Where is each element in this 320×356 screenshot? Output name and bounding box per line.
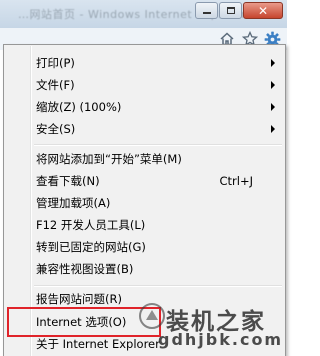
menu-item-manage-addons[interactable]: 管理加载项(A)	[6, 192, 283, 214]
menu-item-label: F12 开发人员工具(L)	[36, 218, 146, 232]
window-titlebar: …网站首页 - Windows Internet Explorer ✕	[0, 0, 287, 28]
window-controls: ✕	[195, 2, 283, 19]
menu-item-label: 文件(F)	[36, 78, 75, 92]
menu-item-label: 兼容性视图设置(B)	[36, 262, 134, 276]
submenu-arrow-icon	[271, 59, 275, 67]
menu-item-file[interactable]: 文件(F)	[6, 74, 283, 96]
menu-separator	[34, 144, 282, 146]
highlight-box	[7, 307, 161, 337]
menu-item-label: 转到已固定的网站(G)	[36, 240, 146, 254]
menu-item-view-downloads[interactable]: 查看下载(N) Ctrl+J	[6, 170, 283, 192]
submenu-arrow-icon	[271, 81, 275, 89]
submenu-arrow-icon	[271, 125, 275, 133]
maximize-button[interactable]	[219, 2, 242, 19]
menu-item-pinned-sites[interactable]: 转到已固定的网站(G)	[6, 236, 283, 258]
menu-item-label: 查看下载(N)	[36, 174, 100, 188]
menu-item-label: 安全(S)	[36, 122, 76, 136]
minimize-icon	[202, 12, 211, 14]
menu-item-label: 打印(P)	[36, 56, 75, 70]
menu-item-label: 将网站添加到“开始”菜单(M)	[36, 152, 182, 166]
menu-item-f12-developer-tools[interactable]: F12 开发人员工具(L)	[6, 214, 283, 236]
menu-separator	[34, 285, 282, 287]
menu-item-add-site-to-start[interactable]: 将网站添加到“开始”菜单(M)	[6, 148, 283, 170]
menu-item-safety[interactable]: 安全(S)	[6, 118, 283, 140]
maximize-icon	[226, 7, 235, 14]
close-button[interactable]: ✕	[243, 2, 283, 19]
menu-item-compatibility-view[interactable]: 兼容性视图设置(B)	[6, 258, 283, 280]
menu-item-print[interactable]: 打印(P)	[6, 52, 283, 74]
close-icon: ✕	[257, 3, 269, 18]
menu-item-shortcut: Ctrl+J	[219, 174, 254, 188]
menu-item-label: 缩放(Z) (100%)	[36, 100, 122, 114]
minimize-button[interactable]	[195, 2, 218, 19]
menu-item-label: 管理加载项(A)	[36, 196, 111, 210]
submenu-arrow-icon	[271, 103, 275, 111]
menu-item-zoom[interactable]: 缩放(Z) (100%)	[6, 96, 283, 118]
